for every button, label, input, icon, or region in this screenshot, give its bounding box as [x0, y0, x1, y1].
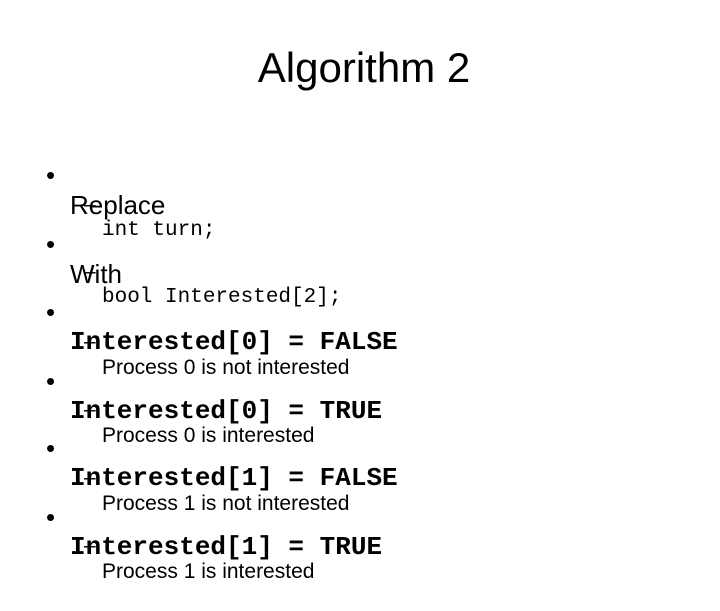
dash-icon: – — [84, 330, 96, 353]
sub-bullet-text: Process 1 is not interested — [102, 492, 350, 515]
bullet-icon: • — [46, 160, 56, 190]
bullet-icon: • — [46, 366, 56, 396]
dash-icon: – — [84, 260, 96, 283]
slide: Algorithm 2 • Replace – int turn; • With… — [0, 0, 720, 583]
dash-icon: – — [84, 534, 96, 557]
code-bullet-text: Interested[0] = TRUE — [70, 396, 383, 426]
dash-icon: – — [84, 193, 96, 216]
slide-title-text: Algorithm 2 — [257, 44, 471, 91]
sub-bullet-text: Process 1 is interested — [102, 560, 315, 583]
dash-icon: – — [84, 398, 96, 421]
bullet-icon: • — [46, 502, 56, 532]
sub-bullet-item: – Process 1 is interested — [84, 507, 314, 611]
code-bullet-text: Interested[0] = FALSE — [70, 327, 398, 357]
code-text: int turn; — [102, 219, 216, 242]
dash-icon: – — [84, 466, 96, 489]
code-bullet-text: Interested[1] = TRUE — [70, 532, 383, 562]
code-bullet-text: Interested[1] = FALSE — [70, 463, 398, 493]
bullet-icon: • — [46, 229, 56, 259]
slide-title: Algorithm 2 — [0, 40, 720, 96]
sub-bullet-text: Process 0 is not interested — [102, 356, 350, 379]
code-text: bool Interested[2]; — [102, 286, 342, 309]
sub-bullet-text: Process 0 is interested — [102, 424, 315, 447]
bullet-icon: • — [46, 433, 56, 463]
bullet-icon: • — [46, 297, 56, 327]
bullet-item: • Interested[1] = TRUE — [46, 472, 382, 592]
